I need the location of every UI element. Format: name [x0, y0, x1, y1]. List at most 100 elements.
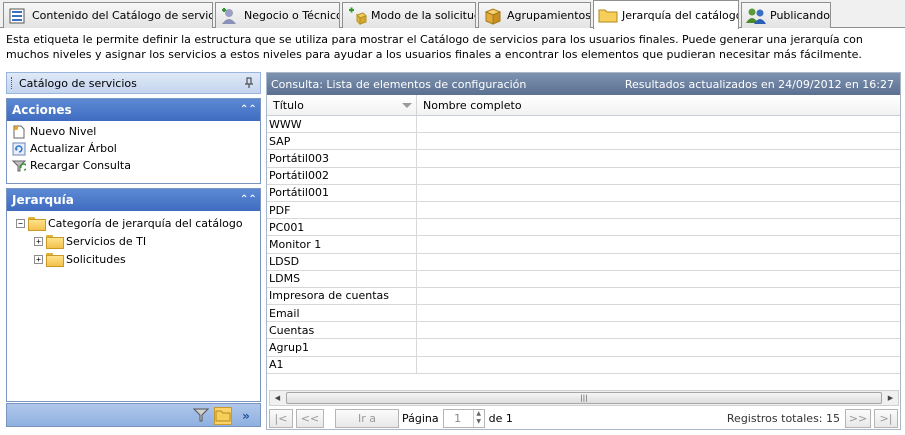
table-row[interactable]: A1	[267, 356, 900, 374]
scroll-right-icon[interactable]: ▶	[883, 391, 898, 405]
table-row[interactable]: Email	[267, 305, 900, 323]
grid-title: Consulta: Lista de elementos de configur…	[271, 77, 527, 91]
cell-title: Cuentas	[267, 322, 417, 339]
collapse-icon[interactable]: ⌃⌃	[240, 103, 257, 117]
first-page-button[interactable]: |<	[269, 409, 293, 428]
page-number-input[interactable]: 1 ▲ ▼	[442, 409, 485, 428]
folder-icon	[28, 217, 46, 231]
tab-request-mode[interactable]: Modo de la solicitud	[342, 2, 476, 28]
column-label: Título	[273, 98, 304, 112]
column-header-fullname[interactable]: Nombre completo	[417, 95, 900, 115]
collapse-node-icon[interactable]: −	[16, 218, 25, 228]
request-mode-icon	[347, 7, 367, 25]
cell-fullname	[417, 339, 900, 355]
tree-node-label: Servicios de TI	[66, 234, 147, 248]
cell-fullname	[417, 219, 900, 235]
total-records-label: Registros totales: 15	[726, 412, 840, 425]
table-row[interactable]: Monitor 1	[267, 236, 900, 254]
folder-icon	[598, 6, 618, 24]
cell-fullname	[417, 322, 900, 338]
table-row[interactable]: PDF	[267, 201, 900, 220]
cell-title: A1	[267, 356, 417, 373]
folder-icon	[46, 253, 64, 267]
cell-title: SAP	[267, 133, 417, 150]
tree-node-requests[interactable]: + Solicitudes	[16, 250, 260, 268]
grouping-box-icon	[483, 7, 503, 25]
scroll-left-icon[interactable]: ◀	[270, 391, 285, 405]
cell-fullname	[417, 150, 900, 166]
expand-node-icon[interactable]: +	[34, 254, 43, 264]
cell-fullname	[417, 202, 900, 218]
cell-title: PDF	[267, 201, 417, 219]
tab-catalog-hierarchy[interactable]: Jerarquía del catálogo	[593, 0, 739, 29]
column-header-title[interactable]: Título	[267, 95, 417, 115]
more-options-icon[interactable]: »	[237, 407, 255, 425]
table-row[interactable]: LDMS	[267, 270, 900, 288]
cell-title: Monitor 1	[267, 236, 417, 253]
grid-header: Consulta: Lista de elementos de configur…	[267, 73, 900, 95]
grid-body: WWW SAP Portátil003 Portátil002 Portátil…	[267, 116, 900, 374]
tree-node-root[interactable]: − Categoría de jerarquía del catálogo	[16, 214, 260, 232]
drag-grip-icon[interactable]	[11, 77, 14, 89]
action-label: Recargar Consulta	[30, 159, 131, 172]
table-row[interactable]: Portátil002	[267, 167, 900, 185]
cell-fullname	[417, 357, 900, 373]
tab-business-technical[interactable]: Negocio o Técnico	[215, 2, 340, 28]
tab-label: Negocio o Técnico	[244, 9, 340, 22]
table-row[interactable]: WWW	[267, 116, 900, 134]
page-spinner-icon[interactable]: ▲ ▼	[472, 410, 484, 427]
page-label: Página	[402, 412, 439, 425]
reload-query-action[interactable]: Recargar Consulta	[7, 157, 260, 174]
page-count-label: de 1	[488, 412, 513, 425]
tab-label: Agrupamientos	[507, 9, 591, 22]
publishing-users-icon	[746, 7, 766, 25]
cell-fullname	[417, 271, 900, 287]
tree-node-it-services[interactable]: + Servicios de TI	[16, 232, 260, 250]
tab-publishing[interactable]: Publicando	[741, 2, 831, 28]
table-row[interactable]: Agrup1	[267, 339, 900, 357]
new-document-icon	[12, 125, 26, 139]
tab-catalog-content[interactable]: Contenido del Catálogo de servicios	[3, 2, 213, 28]
last-page-button[interactable]: >|	[874, 409, 898, 428]
tab-label: Modo de la solicitud	[371, 9, 476, 22]
hierarchy-header[interactable]: Jerarquía ⌃⌃	[7, 189, 260, 211]
pin-icon[interactable]	[244, 77, 254, 92]
refresh-tree-action[interactable]: Actualizar Árbol	[7, 140, 260, 157]
cell-title: Portátil002	[267, 167, 417, 184]
scrollbar-thumb[interactable]: |||	[286, 392, 882, 404]
collapse-icon[interactable]: ⌃⌃	[240, 193, 257, 207]
left-panel: Catálogo de servicios Acciones ⌃⌃ Nuevo …	[6, 72, 261, 427]
table-row[interactable]: Portátil003	[267, 150, 900, 168]
filter-icon[interactable]	[192, 407, 210, 425]
new-level-action[interactable]: Nuevo Nivel	[7, 123, 260, 140]
cell-title: Portátil003	[267, 150, 417, 167]
expand-node-icon[interactable]: +	[34, 236, 43, 246]
goto-button[interactable]: Ir a	[335, 409, 399, 428]
cell-fullname	[417, 236, 900, 252]
table-row[interactable]: Portátil001	[267, 184, 900, 202]
prev-page-button[interactable]: <<	[296, 409, 324, 428]
actions-title: Acciones	[12, 103, 72, 117]
cell-title: PC001	[267, 219, 417, 236]
horizontal-scrollbar[interactable]: ◀ ||| ▶	[269, 390, 899, 406]
left-panel-header: Catálogo de servicios	[6, 72, 261, 94]
cell-fullname	[417, 168, 900, 184]
hierarchy-title: Jerarquía	[12, 193, 74, 207]
table-row[interactable]: SAP	[267, 133, 900, 151]
actions-header[interactable]: Acciones ⌃⌃	[7, 99, 260, 121]
folder-view-icon[interactable]	[214, 407, 232, 425]
tree-node-label: Categoría de jerarquía del catálogo	[48, 216, 243, 230]
next-page-button[interactable]: >>	[845, 409, 871, 428]
cell-title: Impresora de cuentas	[267, 287, 417, 305]
actions-section: Acciones ⌃⌃ Nuevo Nivel Actualizar Árbol	[6, 98, 261, 184]
cell-fullname	[417, 185, 900, 201]
cell-fullname	[417, 133, 900, 149]
cell-title: LDSD	[267, 253, 417, 270]
table-row[interactable]: Impresora de cuentas	[267, 287, 900, 306]
sort-arrow-icon[interactable]	[402, 103, 412, 108]
table-row[interactable]: LDSD	[267, 253, 900, 271]
table-row[interactable]: Cuentas	[267, 322, 900, 340]
tab-groupings[interactable]: Agrupamientos	[478, 2, 591, 28]
table-row[interactable]: PC001	[267, 219, 900, 237]
cell-title: WWW	[267, 116, 417, 133]
